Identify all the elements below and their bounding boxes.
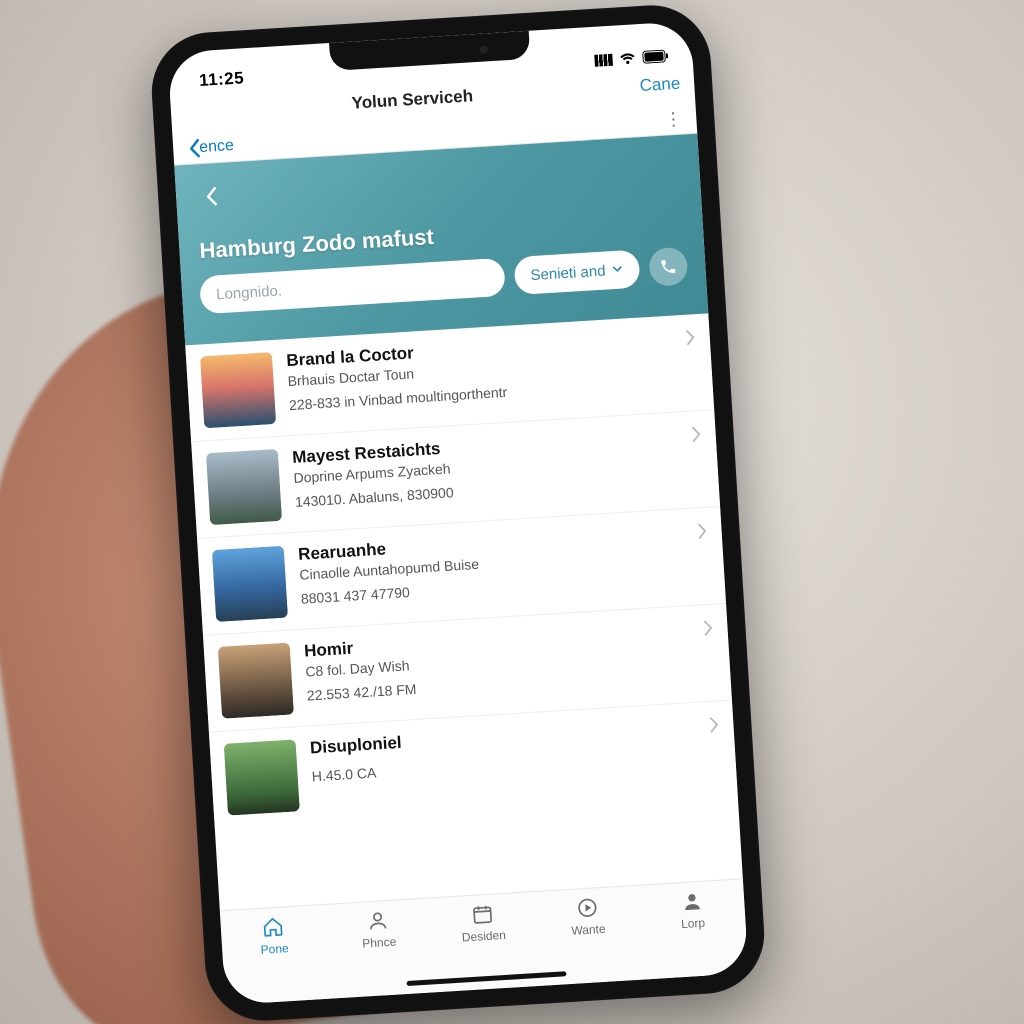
tab-bar: Pone Phnce Desiden Wante Lorp — [220, 878, 749, 1005]
tab-label: Lorp — [681, 916, 706, 931]
battery-icon — [642, 49, 669, 64]
tab-label: Phnce — [362, 935, 397, 951]
play-circle-icon — [575, 896, 598, 919]
tab-label: Wante — [571, 922, 606, 938]
tab-desiden[interactable]: Desiden — [448, 901, 518, 945]
tab-pone[interactable]: Pone — [239, 914, 309, 958]
hero-back-button[interactable] — [193, 178, 229, 214]
call-button[interactable] — [648, 247, 688, 287]
back-button[interactable]: ence — [187, 136, 235, 159]
phone-icon — [659, 257, 678, 276]
chevron-right-icon — [701, 619, 714, 643]
profile-icon — [680, 890, 703, 913]
status-time: 11:25 — [199, 68, 245, 91]
list-thumbnail — [200, 352, 276, 428]
tab-phnce[interactable]: Phnce — [343, 908, 413, 952]
person-icon — [366, 909, 389, 932]
tab-label: Desiden — [461, 928, 506, 945]
chevron-right-icon — [707, 715, 720, 739]
list-thumbnail — [212, 546, 288, 622]
chevron-right-icon — [695, 522, 708, 546]
chevron-right-icon — [689, 425, 702, 449]
chevron-down-icon — [611, 261, 624, 279]
tab-label: Pone — [260, 941, 289, 957]
screen: 11:25 Yolun Serviceh Cane — [167, 21, 748, 1005]
home-indicator[interactable] — [406, 971, 566, 986]
phone-frame: 11:25 Yolun Serviceh Cane — [148, 2, 767, 1024]
overflow-menu-icon[interactable]: ⋮ — [664, 108, 683, 130]
hero: Hamburg Zodo mafust Longnido. Senieti an… — [174, 134, 708, 346]
hero-filter-button[interactable]: Senieti and — [513, 250, 640, 296]
list-thumbnail — [206, 449, 282, 525]
search-input[interactable]: Longnido. — [199, 258, 506, 315]
home-icon — [262, 915, 285, 938]
calendar-icon — [471, 903, 494, 926]
signal-icon — [594, 53, 613, 66]
wifi-icon — [618, 51, 637, 65]
list-thumbnail — [218, 643, 294, 719]
results-list: Brand la Coctor Brhauis Doctar Toun 228-… — [185, 313, 738, 828]
tab-wante[interactable]: Wante — [553, 895, 623, 939]
tab-lorp[interactable]: Lorp — [657, 888, 727, 932]
back-label: ence — [199, 137, 235, 157]
nav-action-cane[interactable]: Cane — [639, 74, 681, 96]
search-placeholder: Longnido. — [216, 282, 283, 303]
chevron-right-icon — [683, 328, 696, 352]
list-thumbnail — [224, 739, 300, 815]
hero-filter-label: Senieti and — [530, 262, 606, 284]
